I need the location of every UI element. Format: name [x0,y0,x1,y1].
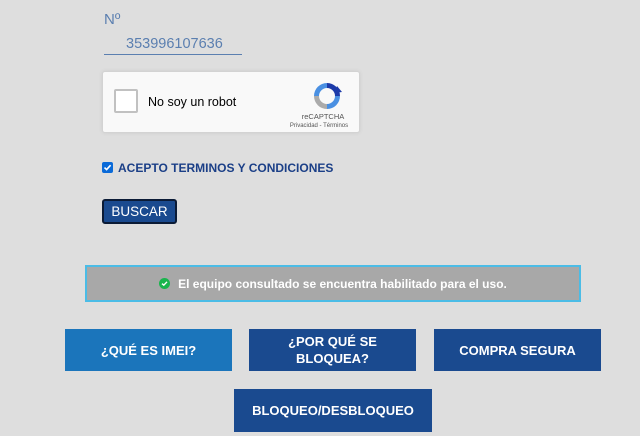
recaptcha-links[interactable]: Privacidad - Términos [279,123,359,129]
terms-label[interactable]: ACEPTO TERMINOS Y CONDICIONES [118,161,333,175]
search-button[interactable]: BUSCAR [102,199,177,224]
imei-number-field[interactable] [104,33,242,55]
recaptcha-widget: No soy un robot reCAPTCHA Privacidad - T… [102,71,360,133]
why-blocked-button[interactable]: ¿POR QUÉ SE BLOQUEA? [249,329,416,371]
number-label: Nº [104,11,121,28]
what-is-imei-button[interactable]: ¿QUÉ ES IMEI? [65,329,232,371]
status-message: El equipo consultado se encuentra habili… [85,265,581,302]
recaptcha-checkbox[interactable] [114,89,138,113]
terms-checkbox[interactable] [102,162,113,173]
check-circle-icon [159,278,171,289]
recaptcha-label: No soy un robot [148,95,237,109]
recaptcha-logo-icon [314,83,342,109]
status-text: El equipo consultado se encuentra habili… [178,276,507,291]
block-unblock-button[interactable]: BLOQUEO/DESBLOQUEO [234,389,432,432]
recaptcha-brand: reCAPTCHA [301,112,345,121]
safe-purchase-button[interactable]: COMPRA SEGURA [434,329,601,371]
checkmark-icon [103,164,112,171]
